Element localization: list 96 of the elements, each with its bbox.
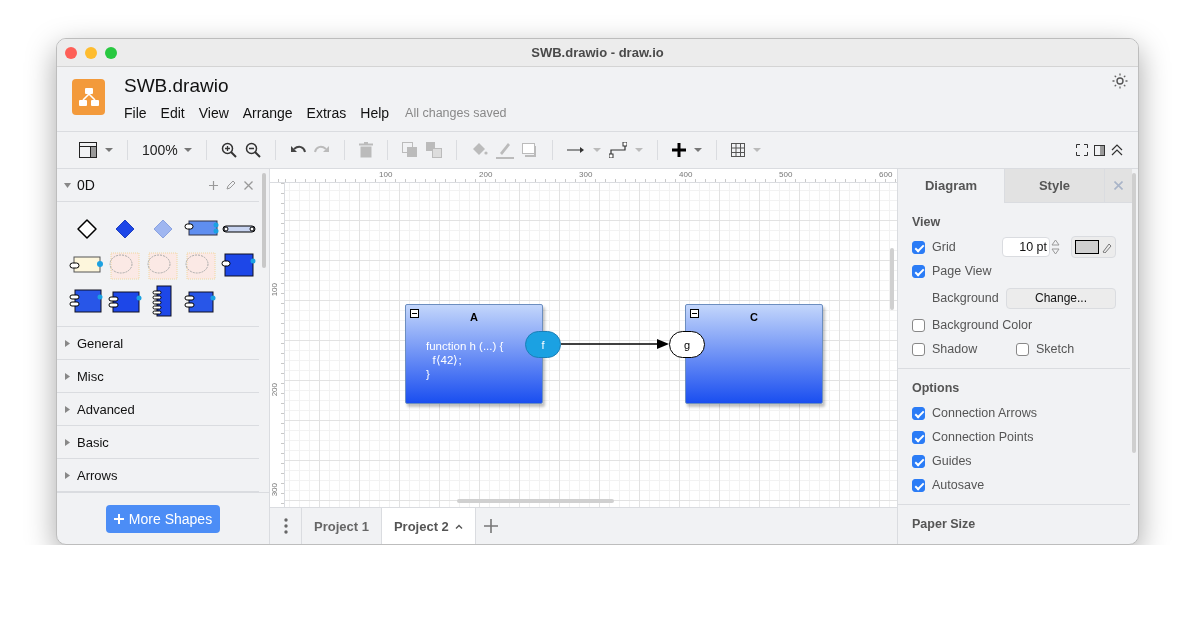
- node-title: A: [470, 311, 478, 323]
- close-window-button[interactable]: [65, 46, 77, 59]
- node-title: C: [750, 311, 758, 323]
- scrollbar[interactable]: [890, 248, 894, 310]
- window-title: SWB.drawio - draw.io: [531, 45, 664, 60]
- background-label: Background: [932, 291, 999, 305]
- collapse-icon[interactable]: [1111, 144, 1123, 156]
- checkbox-label[interactable]: Grid: [932, 240, 956, 254]
- ruler-label: 100: [379, 170, 393, 179]
- ruler-label: 500: [779, 170, 793, 179]
- save-status: All changes saved: [405, 106, 507, 120]
- line-color-icon[interactable]: [495, 141, 514, 159]
- caret-icon[interactable]: [105, 148, 113, 152]
- checkbox-label[interactable]: Page View: [932, 264, 992, 278]
- menu-item[interactable]: Arrange: [235, 103, 300, 123]
- collapse-icon[interactable]: [690, 309, 699, 318]
- checkbox-label[interactable]: Guides: [932, 454, 972, 468]
- connector-arrow[interactable]: [561, 339, 669, 349]
- checkbox-label[interactable]: Background Color: [932, 318, 1033, 332]
- menu-item[interactable]: View: [191, 103, 236, 123]
- triangle-icon[interactable]: [64, 471, 71, 479]
- table-icon[interactable]: [730, 143, 745, 157]
- canvas-grid[interactable]: A function h (...) { f⟨42⟩; } f C g: [285, 183, 897, 507]
- code-text: function h (...) { f⟨42⟩; }: [426, 339, 504, 381]
- zoom-level[interactable]: 100%: [138, 142, 180, 158]
- close-icon[interactable]: [244, 180, 253, 190]
- menu-item[interactable]: File: [117, 103, 154, 123]
- checkbox[interactable]: [912, 454, 925, 468]
- checkbox[interactable]: [1016, 342, 1029, 356]
- menu-item[interactable]: Extras: [299, 103, 354, 123]
- ruler-label: 200: [270, 383, 279, 397]
- ruler-label: 200: [479, 170, 493, 179]
- grid-size-field[interactable]: 10 pt: [1002, 237, 1050, 257]
- checkbox-label[interactable]: Shadow: [932, 342, 978, 356]
- section-title[interactable]: General: [77, 333, 259, 353]
- scrollbar[interactable]: [457, 499, 614, 503]
- checkbox-label[interactable]: Sketch: [1036, 342, 1075, 356]
- checkbox-label[interactable]: Autosave: [932, 478, 985, 492]
- zoom-window-button[interactable]: [105, 46, 117, 59]
- page-tab[interactable]: Project 2: [381, 508, 476, 544]
- ruler-label: 600: [879, 170, 893, 179]
- panel-icon[interactable]: [1094, 144, 1105, 156]
- app-logo: [72, 79, 105, 115]
- checkbox[interactable]: [912, 240, 925, 254]
- more-icon[interactable]: [283, 518, 288, 534]
- layout-icon[interactable]: [79, 142, 97, 158]
- sun-icon[interactable]: [1112, 73, 1128, 89]
- caret-up-icon: [454, 523, 463, 529]
- change-background-button[interactable]: Change...: [1006, 287, 1116, 309]
- triangle-icon[interactable]: [64, 181, 71, 189]
- scrollbar[interactable]: [262, 173, 266, 268]
- zoom-in-icon[interactable]: [220, 142, 237, 158]
- triangle-icon[interactable]: [64, 438, 71, 446]
- caret-icon[interactable]: [693, 148, 702, 152]
- checkbox[interactable]: [912, 478, 925, 492]
- shadow-icon[interactable]: [521, 143, 538, 157]
- spinner-icon[interactable]: [1051, 238, 1060, 256]
- fullscreen-icon[interactable]: [1076, 144, 1088, 156]
- ruler-label: 300: [270, 483, 279, 497]
- section-title[interactable]: 0D: [77, 175, 209, 196]
- checkbox[interactable]: [912, 406, 925, 420]
- triangle-icon[interactable]: [64, 339, 71, 347]
- zoom-out-icon[interactable]: [244, 142, 261, 158]
- section-title[interactable]: Basic: [77, 432, 259, 452]
- port-shape[interactable]: g: [669, 331, 705, 358]
- section-heading: Options: [912, 381, 961, 395]
- collapse-icon[interactable]: [410, 309, 419, 318]
- file-name[interactable]: SWB.drawio: [124, 75, 507, 97]
- checkbox[interactable]: [912, 342, 925, 356]
- triangle-icon[interactable]: [64, 405, 71, 413]
- section-title[interactable]: Arrows: [77, 465, 259, 485]
- section-heading: View: [912, 215, 942, 229]
- grid-color-button[interactable]: [1071, 236, 1116, 258]
- section-title[interactable]: Misc: [77, 366, 259, 386]
- checkbox[interactable]: [912, 264, 925, 278]
- checkbox[interactable]: [912, 318, 925, 332]
- section-heading: Paper Size: [912, 517, 977, 531]
- ruler-label: 400: [679, 170, 693, 179]
- arrow-icon[interactable]: [566, 146, 585, 154]
- panel-tab[interactable]: Style: [1004, 169, 1104, 203]
- menu-item[interactable]: Edit: [153, 103, 192, 123]
- plus-icon: [113, 513, 124, 524]
- ruler-label: 300: [579, 170, 593, 179]
- checkbox[interactable]: [912, 430, 925, 444]
- waypoint-icon[interactable]: [608, 142, 627, 158]
- checkbox-label[interactable]: Connection Arrows: [932, 406, 1037, 420]
- triangle-icon[interactable]: [64, 372, 71, 380]
- plus-icon[interactable]: [671, 143, 686, 157]
- section-title[interactable]: Advanced: [77, 399, 259, 419]
- ruler-label: 100: [270, 283, 279, 297]
- scrollbar[interactable]: [1132, 173, 1136, 453]
- checkbox-label[interactable]: Connection Points: [932, 430, 1034, 444]
- menu-item[interactable]: Help: [353, 103, 397, 123]
- pencil-icon[interactable]: [226, 180, 236, 191]
- caret-icon[interactable]: [183, 148, 192, 152]
- eyedropper-icon: [1102, 241, 1112, 253]
